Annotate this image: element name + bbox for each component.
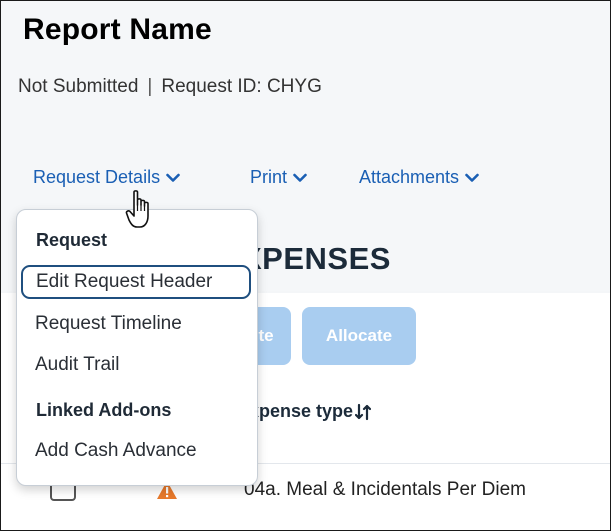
request-details-dropdown: Request Edit Request Header Request Time… [16, 209, 258, 486]
chevron-down-icon [465, 173, 479, 182]
print-label: Print [250, 167, 288, 187]
expense-type-column-header[interactable]: xpense type [249, 401, 372, 422]
allocate-button[interactable]: Allocate [302, 307, 416, 365]
app-window: Report Name Not Submitted | Request ID: CH… [0, 0, 611, 531]
report-title: Report Name [23, 13, 212, 46]
print-menu-button[interactable]: Print [250, 167, 307, 188]
dropdown-group-linked-addons: Linked Add-ons [36, 400, 172, 420]
sort-icon [355, 403, 372, 420]
report-status: Not Submitted [18, 76, 139, 97]
report-status-line: Not Submitted | Request ID: CHYG [18, 76, 322, 98]
dropdown-group-request: Request [36, 230, 108, 250]
menu-item-add-cash-advance[interactable]: Add Cash Advance [21, 434, 251, 468]
column-label: xpense type [249, 401, 354, 421]
request-details-menu-button[interactable]: Request Details [33, 167, 180, 188]
attachments-menu-button[interactable]: Attachments [359, 167, 479, 188]
expense-type-cell: 04a. Meal & Incidentals Per Diem [244, 479, 526, 500]
menu-item-request-timeline[interactable]: Request Timeline [21, 307, 251, 341]
request-details-label: Request Details [33, 167, 161, 187]
hand-cursor-icon [125, 190, 149, 228]
request-id: Request ID: CHYG [161, 76, 322, 97]
chevron-down-icon [293, 173, 307, 182]
chevron-down-icon [166, 173, 180, 182]
attachments-label: Attachments [359, 167, 460, 187]
section-title: XPENSES [241, 241, 391, 276]
menu-item-audit-trail[interactable]: Audit Trail [21, 348, 251, 382]
action-bar: Request Details Print Attachments [1, 167, 610, 193]
separator: | [147, 76, 153, 97]
menu-item-edit-request-header[interactable]: Edit Request Header [21, 265, 251, 299]
